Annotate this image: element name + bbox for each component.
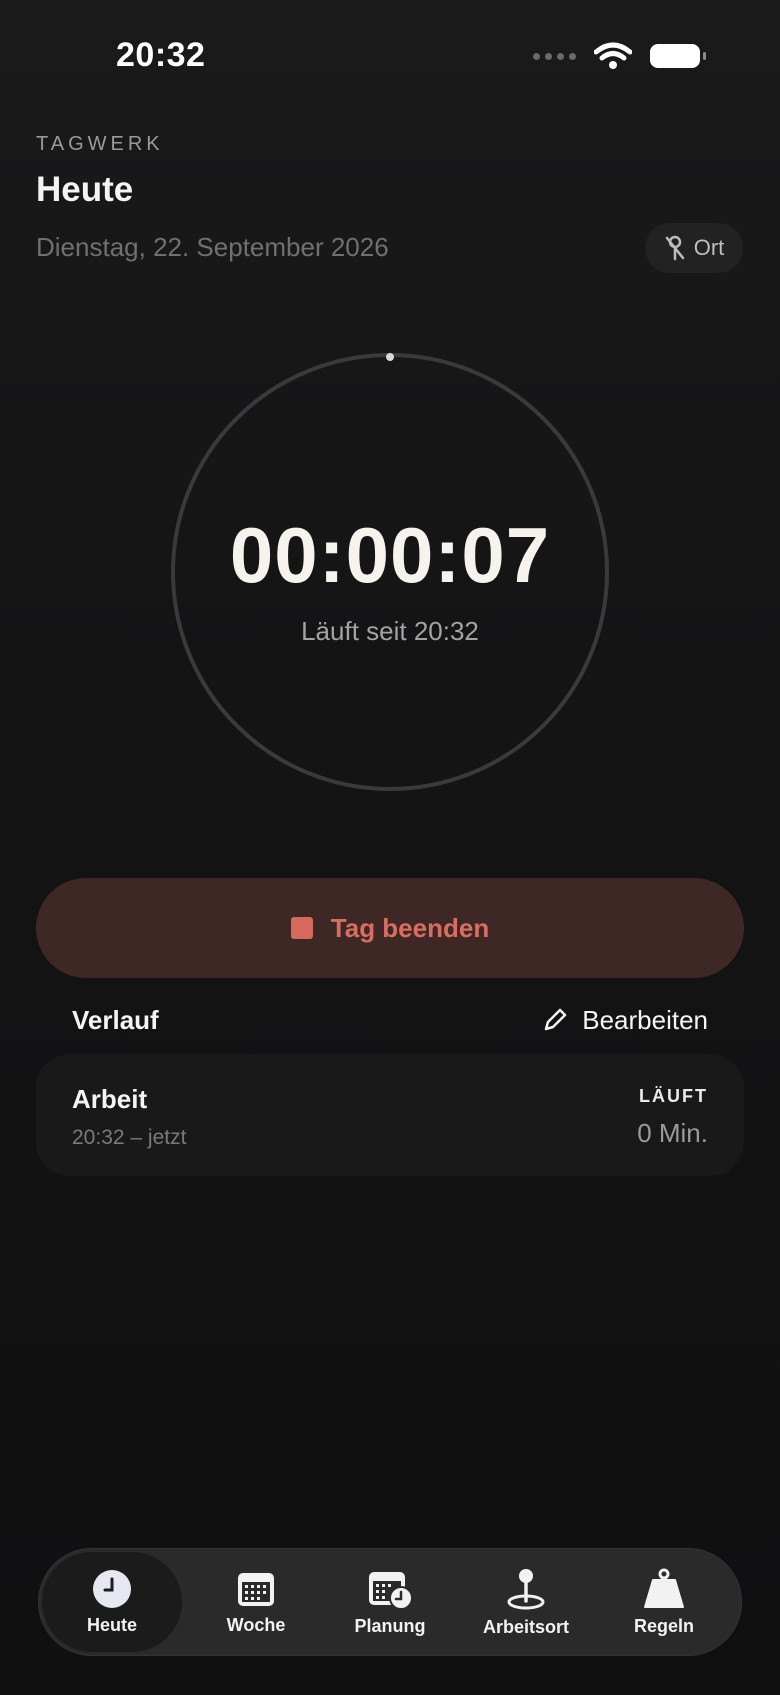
entry-time-range: 20:32 – jetzt <box>72 1126 187 1149</box>
history-title: Verlauf <box>72 1004 159 1035</box>
entry-title: Arbeit <box>72 1084 148 1114</box>
calendar-clock-icon <box>369 1571 413 1610</box>
tab-label: Woche <box>226 1614 286 1635</box>
pencil-icon <box>544 1008 567 1031</box>
entry-status: LÄUFT <box>639 1086 708 1106</box>
status-time: 20:32 <box>116 36 206 74</box>
tab-planung[interactable]: Planung <box>320 1552 460 1652</box>
edit-button-label: Bearbeiten <box>582 1004 708 1035</box>
edit-button[interactable]: Bearbeiten <box>542 1005 708 1036</box>
history-entry[interactable]: Arbeit 20:32 – jetzt LÄUFT 0 Min. <box>36 1054 744 1176</box>
tab-label: Regeln <box>633 1615 694 1636</box>
battery-icon <box>650 44 706 68</box>
wifi-icon <box>594 42 632 69</box>
end-day-button[interactable]: Tag beenden <box>36 878 744 978</box>
weight-icon <box>644 1568 684 1608</box>
clock-icon <box>93 1569 131 1608</box>
location-button-label: Ort <box>693 235 725 260</box>
status-icons <box>533 42 706 70</box>
tab-heute[interactable]: Heute <box>42 1552 182 1652</box>
location-button[interactable]: Ort <box>645 223 743 273</box>
page-title: Heute <box>36 170 134 209</box>
current-date: Dienstag, 22. September 2026 <box>36 232 389 262</box>
stop-icon <box>290 917 313 939</box>
tab-regeln[interactable]: Regeln <box>594 1552 734 1652</box>
timer-subtitle: Läuft seit 20:32 <box>301 616 479 646</box>
app-brand: TAGWERK <box>36 133 164 155</box>
calendar-icon <box>238 1572 274 1606</box>
location-off-icon <box>665 235 684 261</box>
entry-duration: 0 Min. <box>637 1118 708 1148</box>
cellular-signal-icon <box>533 52 576 60</box>
status-bar: 20:32 <box>0 0 780 110</box>
tab-label: Planung <box>354 1615 426 1636</box>
timer-value: 00:00:07 <box>229 511 551 599</box>
map-pin-icon <box>507 1568 545 1609</box>
tab-woche[interactable]: Woche <box>186 1552 326 1652</box>
history-header: Verlauf Bearbeiten <box>72 1000 708 1040</box>
tab-label: Arbeitsort <box>482 1616 569 1637</box>
tab-label: Heute <box>86 1614 137 1635</box>
tab-bar: Heute Woche Planung Arbeitsort Regeln <box>38 1548 742 1656</box>
end-day-label: Tag beenden <box>330 912 490 943</box>
tab-arbeitsort[interactable]: Arbeitsort <box>456 1552 596 1652</box>
